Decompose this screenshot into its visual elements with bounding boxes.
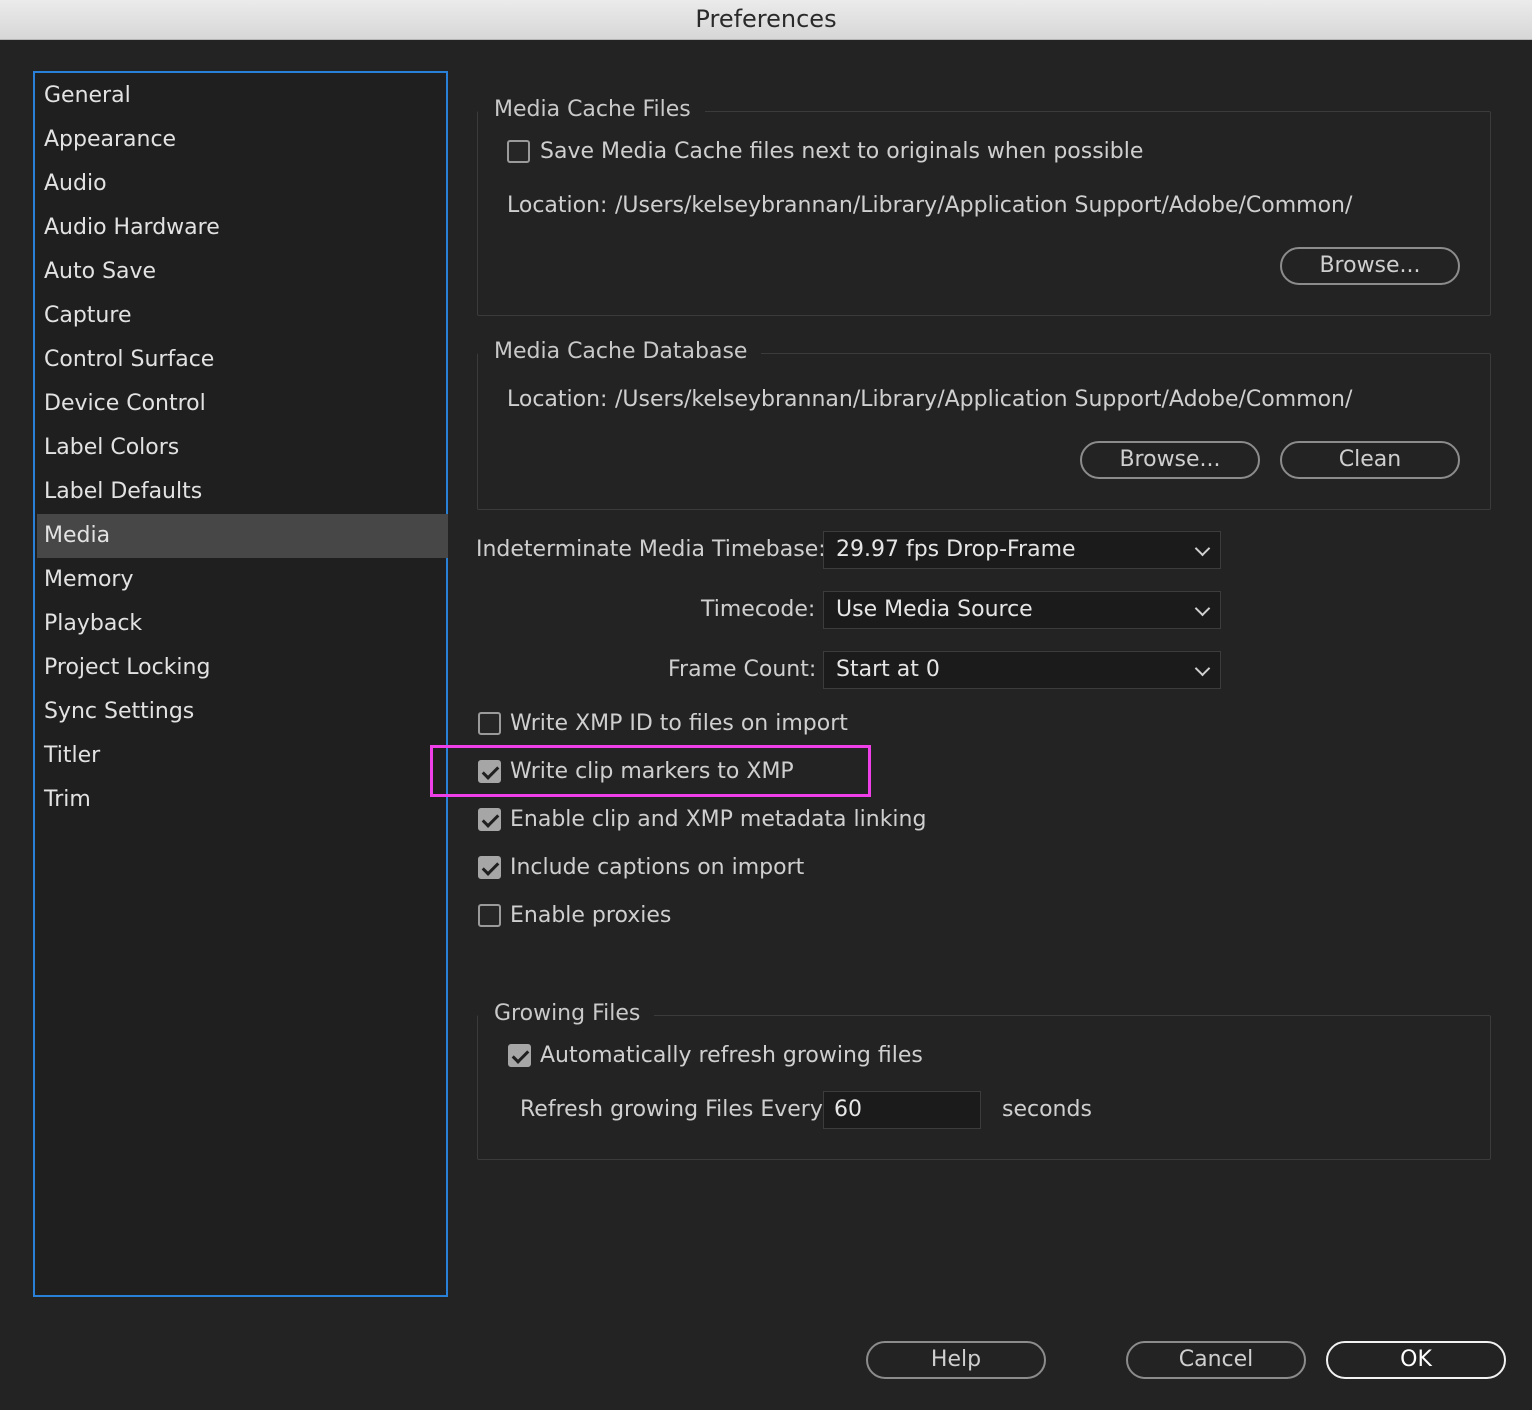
cache-files-browse-button[interactable]: Browse... xyxy=(1280,247,1460,285)
sidebar-item-label-defaults[interactable]: Label Defaults xyxy=(37,470,448,514)
cache-files-location-path: /Users/kelseybrannan/Library/Application… xyxy=(615,193,1353,218)
include-captions-checkbox[interactable] xyxy=(478,856,501,879)
ok-button[interactable]: OK xyxy=(1326,1341,1506,1379)
cancel-button[interactable]: Cancel xyxy=(1126,1341,1306,1379)
sidebar-item-titler[interactable]: Titler xyxy=(37,734,448,778)
frame-count-select[interactable]: Start at 0 xyxy=(823,651,1221,689)
timebase-select[interactable]: 29.97 fps Drop-Frame xyxy=(823,531,1221,569)
cache-database-clean-button[interactable]: Clean xyxy=(1280,441,1460,479)
chevron-down-icon xyxy=(1194,540,1211,557)
media-cache-database-group xyxy=(477,353,1491,510)
sidebar-item-general[interactable]: General xyxy=(37,74,448,118)
enable-proxies-checkbox[interactable] xyxy=(478,904,501,927)
sidebar-item-trim[interactable]: Trim xyxy=(37,778,448,822)
chevron-down-icon xyxy=(1194,660,1211,677)
growing-files-group xyxy=(477,1015,1491,1160)
timebase-value: 29.97 fps Drop-Frame xyxy=(836,537,1076,562)
auto-refresh-label: Automatically refresh growing files xyxy=(540,1043,923,1068)
media-cache-database-title: Media Cache Database xyxy=(478,337,762,367)
sidebar-item-project-locking[interactable]: Project Locking xyxy=(37,646,448,690)
highlight-box xyxy=(430,745,871,797)
timebase-label: Indeterminate Media Timebase: xyxy=(476,537,826,562)
preferences-window: Preferences General Appearance Audio Aud… xyxy=(0,0,1532,1410)
media-cache-files-title: Media Cache Files xyxy=(478,95,705,125)
cache-database-location-path: /Users/kelseybrannan/Library/Application… xyxy=(615,387,1353,412)
growing-files-title: Growing Files xyxy=(478,999,655,1029)
include-captions-label: Include captions on import xyxy=(510,855,805,880)
refresh-interval-input[interactable]: 60 xyxy=(823,1091,981,1129)
enable-metadata-linking-label: Enable clip and XMP metadata linking xyxy=(510,807,927,832)
window-title: Preferences xyxy=(0,0,1532,40)
sidebar-item-device-control[interactable]: Device Control xyxy=(37,382,448,426)
refresh-interval-label: Refresh growing Files Every xyxy=(520,1097,823,1122)
sidebar-item-audio-hardware[interactable]: Audio Hardware xyxy=(37,206,448,250)
sidebar-item-appearance[interactable]: Appearance xyxy=(37,118,448,162)
sidebar-item-label-colors[interactable]: Label Colors xyxy=(37,426,448,470)
save-cache-next-to-originals-label: Save Media Cache files next to originals… xyxy=(540,139,1144,164)
sidebar-item-playback[interactable]: Playback xyxy=(37,602,448,646)
chevron-down-icon xyxy=(1194,600,1211,617)
sidebar-item-media[interactable]: Media xyxy=(37,514,448,558)
help-button[interactable]: Help xyxy=(866,1341,1046,1379)
frame-count-label: Frame Count: xyxy=(668,657,817,682)
timecode-value: Use Media Source xyxy=(836,597,1033,622)
frame-count-value: Start at 0 xyxy=(836,657,940,682)
enable-proxies-label: Enable proxies xyxy=(510,903,672,928)
write-xmp-id-checkbox[interactable] xyxy=(478,712,501,735)
seconds-label: seconds xyxy=(1002,1097,1092,1122)
sidebar-item-sync-settings[interactable]: Sync Settings xyxy=(37,690,448,734)
preferences-sidebar: General Appearance Audio Audio Hardware … xyxy=(33,71,448,1297)
write-xmp-id-label: Write XMP ID to files on import xyxy=(510,711,848,736)
timecode-select[interactable]: Use Media Source xyxy=(823,591,1221,629)
sidebar-item-audio[interactable]: Audio xyxy=(37,162,448,206)
enable-metadata-linking-checkbox[interactable] xyxy=(478,808,501,831)
save-cache-next-to-originals-checkbox[interactable] xyxy=(507,140,530,163)
sidebar-item-auto-save[interactable]: Auto Save xyxy=(37,250,448,294)
auto-refresh-checkbox[interactable] xyxy=(508,1044,531,1067)
cache-database-location-label: Location: xyxy=(507,387,608,412)
timecode-label: Timecode: xyxy=(701,597,816,622)
sidebar-item-capture[interactable]: Capture xyxy=(37,294,448,338)
cache-files-location-label: Location: xyxy=(507,193,608,218)
sidebar-item-memory[interactable]: Memory xyxy=(37,558,448,602)
sidebar-item-control-surface[interactable]: Control Surface xyxy=(37,338,448,382)
cache-database-browse-button[interactable]: Browse... xyxy=(1080,441,1260,479)
